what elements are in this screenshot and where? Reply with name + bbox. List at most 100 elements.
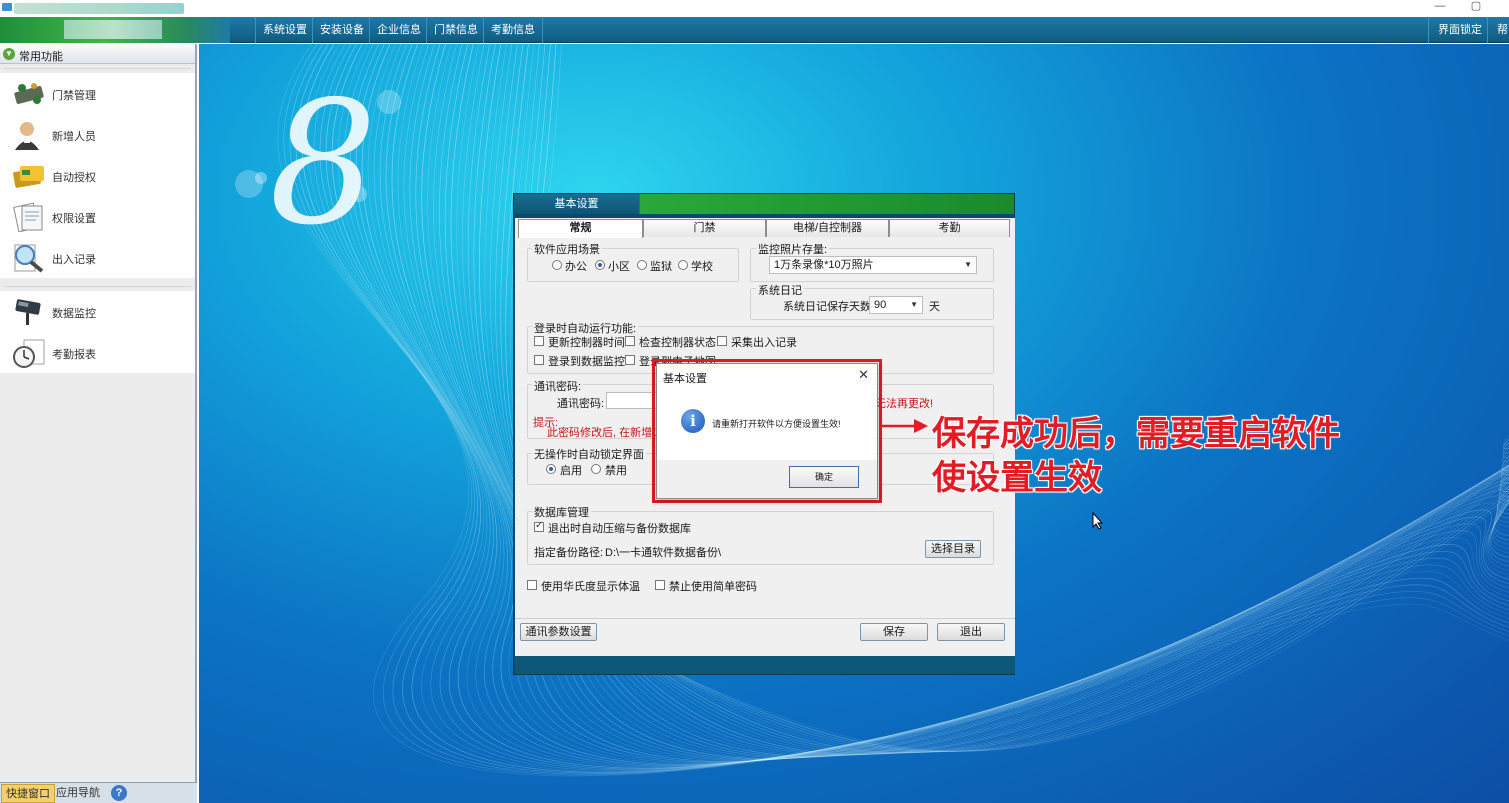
divider <box>515 618 1015 619</box>
menu-company-info[interactable]: 企业信息 <box>369 17 428 43</box>
sidebar-item-data-monitor[interactable]: 数据监控 <box>0 291 195 332</box>
menu-system-settings[interactable]: 系统设置 <box>255 17 314 43</box>
exit-button[interactable]: 退出 <box>937 623 1005 641</box>
sidebar-group-more: 数据监控 考勤报表 <box>0 291 195 373</box>
sidebar-bottom-tabs: 快捷窗口 应用导航 ? <box>0 782 197 803</box>
check-controller-checkbox[interactable] <box>625 336 635 346</box>
menu-access-info[interactable]: 门禁信息 <box>426 17 485 43</box>
help-menu[interactable]: 帮 <box>1487 17 1509 43</box>
scene-radio-prison[interactable] <box>637 260 647 270</box>
logo-eight: 8 <box>269 65 377 263</box>
sidebar-item-access-records[interactable]: 出入记录 <box>0 237 195 278</box>
tab-elevator[interactable]: 电梯/自控制器 <box>766 219 889 237</box>
mouse-cursor-icon <box>1092 512 1104 530</box>
settings-footer <box>515 656 1015 674</box>
dialog-message: 请重新打开软件以方便设置生效! <box>712 419 841 429</box>
sidebar-item-label: 考勤报表 <box>52 349 96 361</box>
save-button[interactable]: 保存 <box>860 623 928 641</box>
tab-quick-window[interactable]: 快捷窗口 <box>1 784 55 803</box>
backup-path-label: 指定备份路径: <box>534 547 604 559</box>
chevron-down-icon: ▼ <box>964 260 972 269</box>
tab-attendance[interactable]: 考勤 <box>889 219 1010 237</box>
sidebar-header[interactable]: ▼ 常用功能 <box>0 44 195 64</box>
lock-ui-button[interactable]: 界面锁定 <box>1428 17 1491 43</box>
collect-records-checkbox[interactable] <box>717 336 727 346</box>
scene-radio-office[interactable] <box>552 260 562 270</box>
checkbox-label: 检查控制器状态 <box>639 337 716 349</box>
ok-button[interactable]: 确定 <box>789 466 859 488</box>
checkbox-label: 退出时自动压缩与备份数据库 <box>548 523 691 535</box>
help-icon: ? <box>111 785 127 801</box>
scene-option-label: 学校 <box>691 261 713 273</box>
minimize-button[interactable]: — <box>1430 0 1450 14</box>
clock-icon <box>13 339 45 368</box>
auto-backup-checkbox[interactable] <box>534 520 544 532</box>
sidebar-item-permission-settings[interactable]: 权限设置 <box>0 196 195 237</box>
title-bar: — ▢ <box>0 0 1509 17</box>
comm-password-group-label: 通讯密码: <box>532 378 584 394</box>
scene-radio-community[interactable] <box>595 260 605 270</box>
sidebar-item-auto-authorize[interactable]: 自动授权 <box>0 155 195 196</box>
choose-directory-button[interactable]: 选择目录 <box>925 540 981 558</box>
auto-lock-enable-radio[interactable] <box>546 464 556 474</box>
login-monitor-checkbox[interactable] <box>534 355 544 365</box>
sidebar-item-attendance-report[interactable]: 考勤报表 <box>0 332 195 373</box>
annotation-line-2: 使设置生效 <box>932 458 1102 498</box>
photo-storage-value: 1万条录像*10万照片 <box>774 259 874 271</box>
photo-storage-select[interactable]: 1万条录像*10万照片 ▼ <box>769 256 977 274</box>
sidebar-item-door-management[interactable]: 门禁管理 <box>0 73 195 114</box>
sidebar-item-label: 数据监控 <box>52 308 96 320</box>
auto-lock-disable-radio[interactable] <box>591 464 601 474</box>
menu-attendance-info[interactable]: 考勤信息 <box>483 17 543 43</box>
radio-label: 启用 <box>560 465 582 477</box>
sidebar-item-label: 权限设置 <box>52 213 96 225</box>
menu-install-device[interactable]: 安装设备 <box>312 17 371 43</box>
brand-logo <box>0 17 230 43</box>
checkbox-label: 更新控制器时间 <box>548 337 625 349</box>
update-clock-checkbox[interactable] <box>534 336 544 346</box>
sidebar-item-label: 自动授权 <box>52 172 96 184</box>
auto-lock-label: 无操作时自动锁定界面 <box>532 446 646 462</box>
message-dialog: 基本设置 ✕ i 请重新打开软件以方便设置生效! 确定 <box>656 363 878 499</box>
divider <box>4 68 191 69</box>
log-days-label: 系统日记保存天数: <box>783 301 875 313</box>
chevron-down-icon[interactable]: ▼ <box>3 48 15 60</box>
tab-access[interactable]: 门禁 <box>643 219 766 237</box>
no-simple-password-checkbox[interactable] <box>655 580 665 590</box>
sidebar: ▼ 常用功能 门禁管理 新增人员 自动授权 权限设置 出入记录 数据监控 考勤报… <box>0 44 197 782</box>
app-title-blurred <box>14 3 184 14</box>
scene-option-label: 办公 <box>565 261 587 273</box>
checkbox-label: 登录到数据监控 <box>548 356 625 368</box>
tab-app-navigation[interactable]: 应用导航 <box>52 784 104 803</box>
backup-path-value[interactable]: D:\一卡通软件数据备份\ <box>605 544 721 560</box>
help-button[interactable]: ? <box>108 785 130 802</box>
radio-label: 禁用 <box>605 465 627 477</box>
sidebar-item-label: 门禁管理 <box>52 90 96 102</box>
log-days-select[interactable]: 90 ▼ <box>869 296 923 314</box>
dialog-title: 基本设置 <box>663 373 707 385</box>
tab-general[interactable]: 常规 <box>518 219 643 238</box>
chevron-down-icon: ▼ <box>910 300 918 309</box>
fahrenheit-checkbox[interactable] <box>527 580 537 590</box>
sidebar-item-label: 新增人员 <box>52 131 96 143</box>
restore-button[interactable]: ▢ <box>1466 0 1486 14</box>
annotation-line-1: 保存成功后，需要重启软件 <box>932 414 1340 454</box>
scene-radio-school[interactable] <box>678 260 688 270</box>
door-access-icon <box>14 83 44 104</box>
log-days-unit: 天 <box>929 301 940 313</box>
close-icon[interactable]: ✕ <box>858 367 869 383</box>
system-log-label: 系统日记 <box>756 282 804 298</box>
scene-group-label: 软件应用场景 <box>532 241 602 257</box>
log-days-value: 90 <box>874 299 887 311</box>
camera-icon <box>15 299 41 325</box>
checkbox-label: 使用华氏度显示体温 <box>541 581 640 593</box>
comm-password-field-label: 通讯密码: <box>557 398 605 410</box>
sidebar-item-label: 出入记录 <box>52 254 96 266</box>
tab-bar: 常规 门禁 电梯/自控制器 考勤 <box>518 219 1010 238</box>
comm-params-button[interactable]: 通讯参数设置 <box>520 623 597 641</box>
menu-bar: 系统设置 安装设备 企业信息 门禁信息 考勤信息 界面锁定 帮 <box>0 17 1509 43</box>
login-map-checkbox[interactable] <box>625 355 635 365</box>
annotation-text: 保存成功后，需要重启软件 使设置生效 <box>932 412 1340 500</box>
scene-option-label: 监狱 <box>650 261 672 273</box>
sidebar-item-add-person[interactable]: 新增人员 <box>0 114 195 155</box>
